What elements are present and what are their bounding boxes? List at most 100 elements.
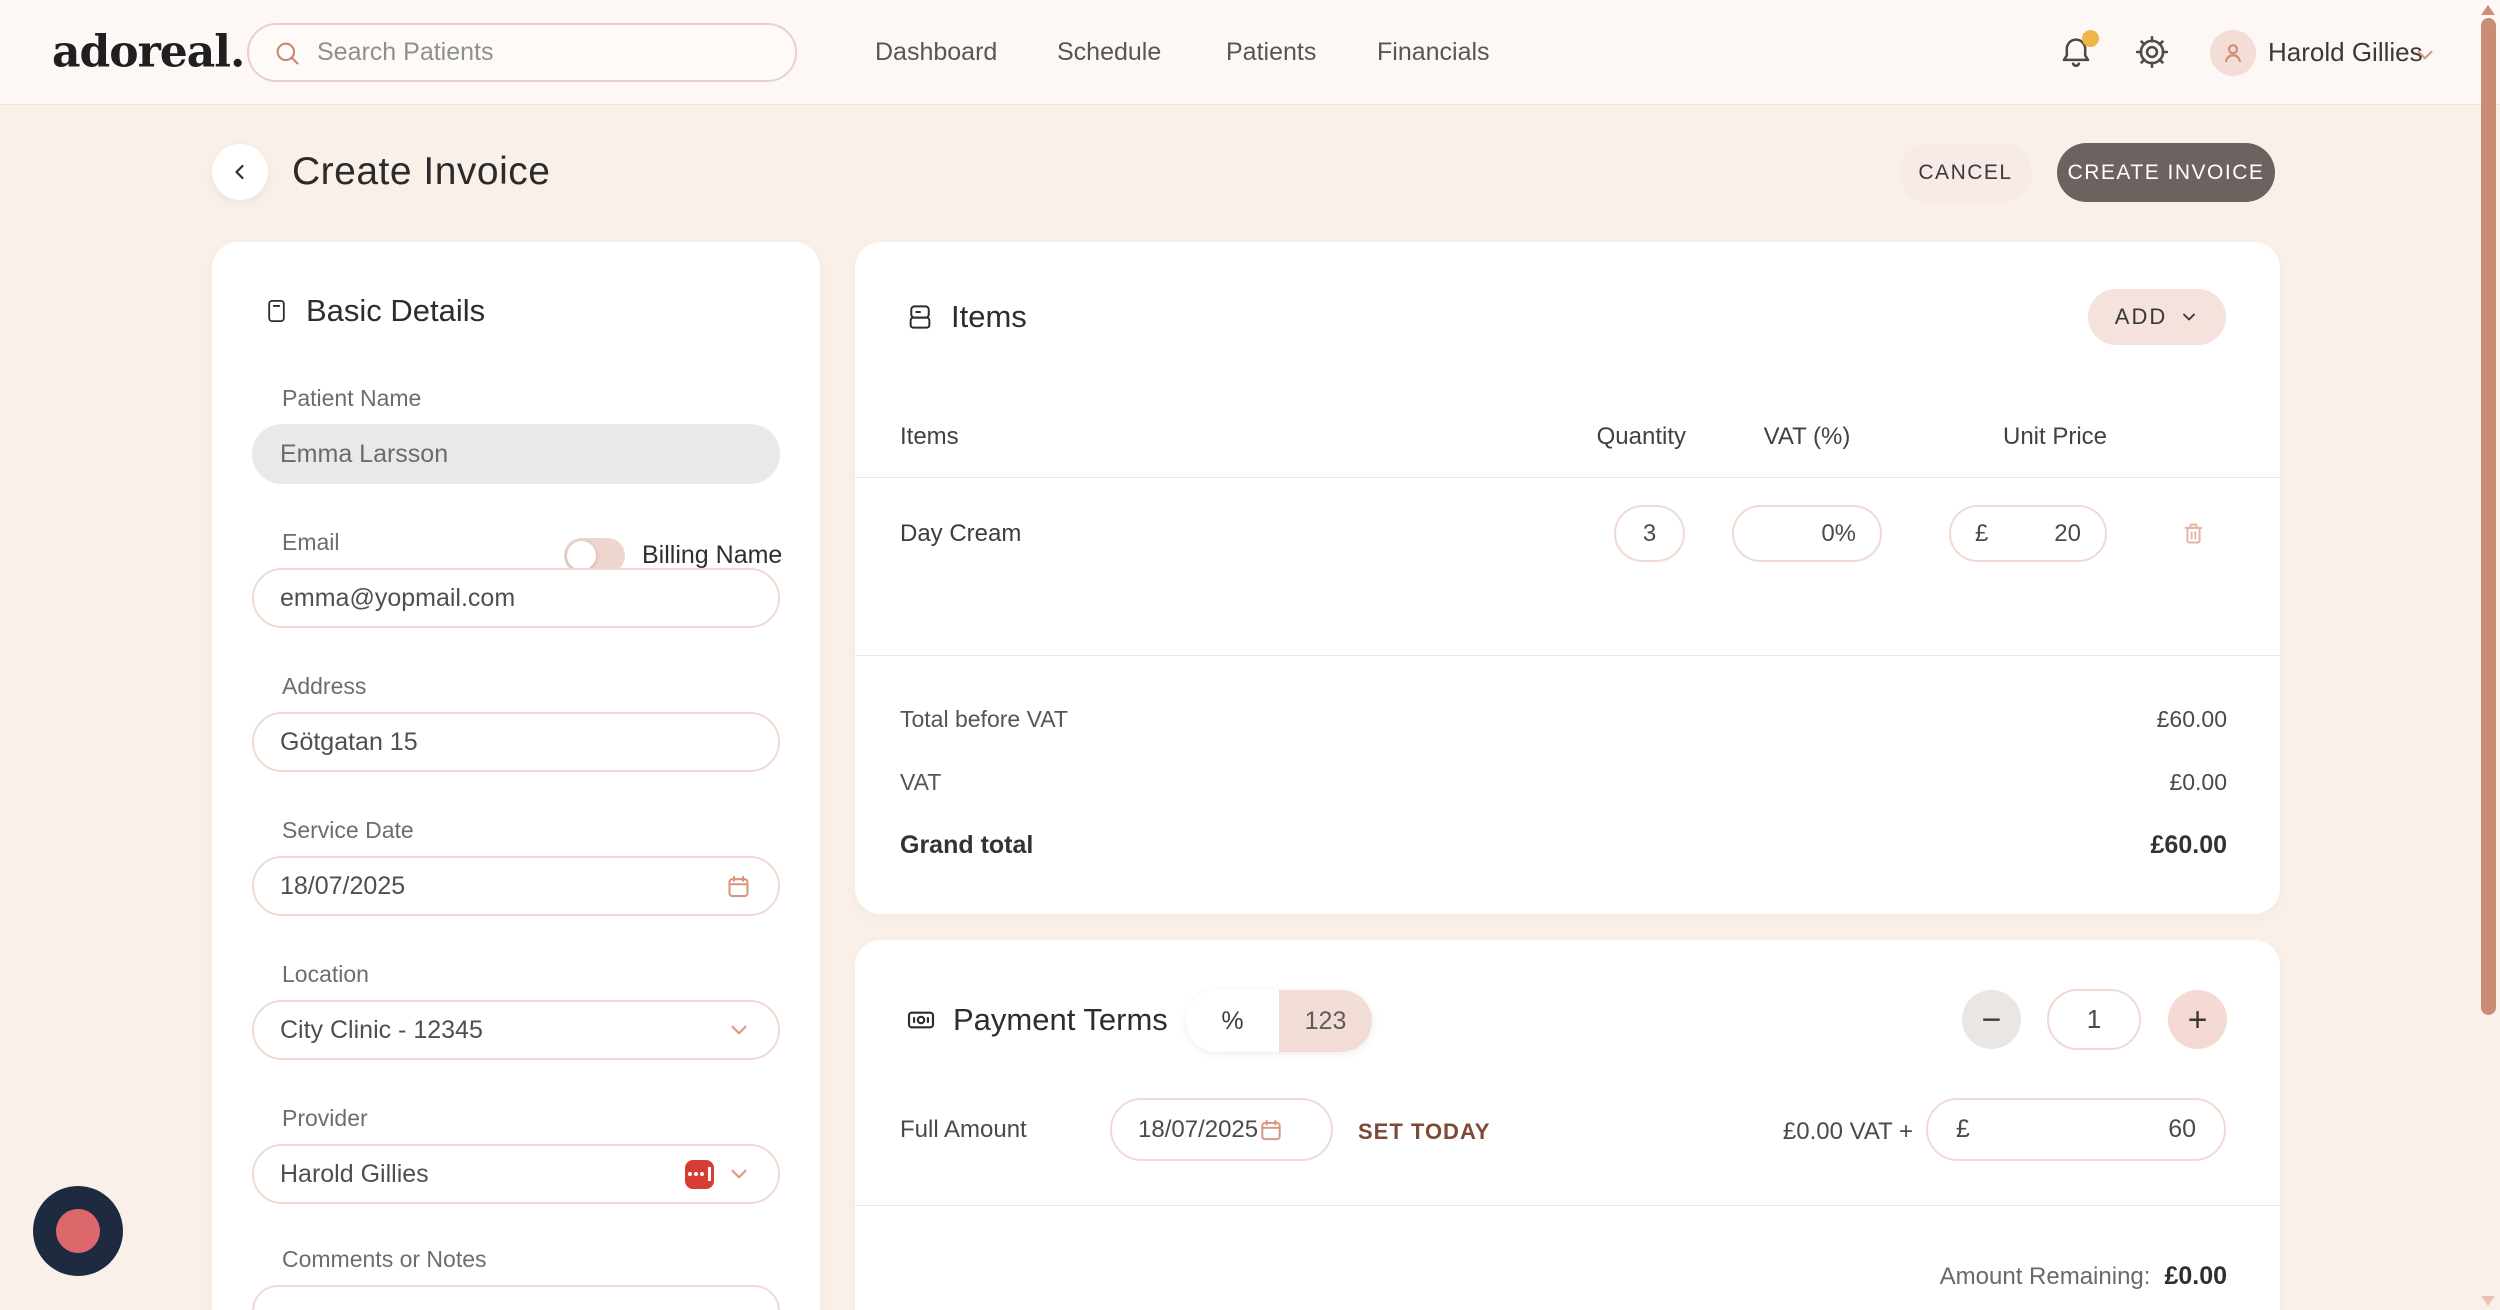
user-avatar[interactable]: [2210, 30, 2256, 76]
vat-input[interactable]: [1758, 519, 1856, 548]
payment-date-value: 18/07/2025: [1138, 1115, 1259, 1143]
service-date-input[interactable]: [280, 871, 725, 901]
create-invoice-button[interactable]: CREATE INVOICE: [2057, 143, 2275, 202]
vat-field[interactable]: [1732, 505, 1882, 562]
address-input[interactable]: [280, 727, 752, 757]
payment-mode-toggle[interactable]: % 123: [1186, 990, 1372, 1052]
search-icon: [273, 39, 301, 67]
set-today-link[interactable]: SET TODAY: [1358, 1119, 1490, 1145]
patient-search[interactable]: [247, 23, 797, 82]
payment-amount-field[interactable]: £: [1926, 1098, 2226, 1161]
service-date-label: Service Date: [282, 817, 414, 843]
service-date-field[interactable]: [252, 856, 780, 916]
billing-name-label: Billing Name: [642, 541, 783, 569]
page-title: Create Invoice: [292, 150, 551, 193]
chevron-left-icon: [228, 160, 252, 184]
installments-count-input[interactable]: [2047, 989, 2141, 1050]
calendar-icon[interactable]: [725, 873, 752, 900]
number-mode-option[interactable]: 123: [1279, 990, 1372, 1052]
address-label: Address: [282, 673, 367, 699]
nav-dashboard[interactable]: Dashboard: [875, 0, 997, 105]
col-vat: VAT (%): [1763, 423, 1851, 450]
chevron-down-icon: [726, 1161, 752, 1187]
email-field[interactable]: [252, 568, 780, 628]
payment-terms-title: Payment Terms: [953, 1002, 1168, 1037]
comments-textarea[interactable]: [252, 1285, 780, 1310]
banknote-icon: [905, 1004, 937, 1036]
amount-remaining: Amount Remaining: £0.00: [1940, 1262, 2227, 1291]
toggle-knob: [567, 541, 596, 570]
chat-launcher-button[interactable]: [33, 1186, 123, 1276]
unit-price-field[interactable]: £: [1949, 505, 2107, 562]
provider-value: Harold Gillies: [280, 1159, 429, 1188]
item-name: Day Cream: [900, 520, 1022, 547]
vat-note: £0.00 VAT +: [1782, 1118, 1913, 1145]
topbar: adoreal. Dashboard Schedule Patients Fin…: [0, 0, 2500, 105]
back-button[interactable]: [212, 144, 268, 200]
scrollbar-down-arrow[interactable]: [2481, 1296, 2495, 1306]
quantity-input[interactable]: [1616, 519, 1683, 548]
vat-total-value: £0.00: [2169, 769, 2227, 795]
full-amount-label: Full Amount: [900, 1116, 1027, 1143]
items-panel: Items ADD Items Quantity VAT (%) Unit Pr…: [855, 242, 2280, 914]
total-before-vat-label: Total before VAT: [900, 706, 1068, 732]
email-input[interactable]: [280, 583, 752, 613]
grand-total-label: Grand total: [900, 831, 1034, 859]
notification-badge: [2082, 30, 2099, 47]
add-item-button[interactable]: ADD: [2088, 289, 2226, 345]
payment-terms-panel: Payment Terms % 123 − + Full Amount 18/0…: [855, 940, 2280, 1310]
add-label: ADD: [2114, 304, 2168, 329]
app-logo: adoreal.: [52, 26, 245, 78]
payment-date-field[interactable]: 18/07/2025: [1110, 1098, 1333, 1161]
quantity-field[interactable]: [1614, 505, 1685, 562]
nav-patients[interactable]: Patients: [1226, 0, 1316, 105]
scrollbar-up-arrow[interactable]: [2481, 5, 2495, 15]
user-name[interactable]: Harold Gillies: [2268, 0, 2423, 105]
payment-amount-input[interactable]: [1969, 1115, 2196, 1144]
amount-remaining-value: £0.00: [2164, 1262, 2227, 1290]
items-title: Items: [951, 299, 1027, 334]
decrease-installments-button[interactable]: −: [1962, 990, 2021, 1049]
address-field[interactable]: [252, 712, 780, 772]
provider-select[interactable]: Harold Gillies: [252, 1144, 780, 1204]
basic-details-panel: Basic Details Billing Name Patient Name …: [212, 242, 820, 1310]
items-box-icon: [905, 302, 935, 332]
settings-gear-icon[interactable]: [2133, 33, 2171, 71]
chevron-down-icon: [2179, 307, 2199, 327]
patient-name-field: Emma Larsson: [252, 424, 780, 484]
patient-name-label: Patient Name: [282, 385, 422, 411]
search-input[interactable]: [317, 38, 771, 67]
provider-label: Provider: [282, 1105, 368, 1131]
patient-name-value: Emma Larsson: [280, 439, 449, 468]
nav-financials[interactable]: Financials: [1377, 0, 1490, 105]
col-unit-price: Unit Price: [2002, 423, 2108, 450]
total-before-vat-value: £60.00: [2156, 706, 2227, 732]
calendar-icon[interactable]: [1258, 1117, 1313, 1143]
cancel-button[interactable]: CANCEL: [1899, 143, 2032, 202]
chevron-down-icon: [726, 1017, 752, 1043]
notifications-bell-icon[interactable]: [2057, 30, 2099, 71]
currency-symbol: £: [1975, 519, 1989, 547]
location-select[interactable]: City Clinic - 12345: [252, 1000, 780, 1060]
document-icon: [263, 296, 290, 326]
percent-mode-option[interactable]: %: [1186, 990, 1279, 1052]
location-label: Location: [282, 961, 369, 987]
amount-remaining-label: Amount Remaining:: [1939, 1262, 2151, 1290]
basic-details-title: Basic Details: [306, 293, 486, 328]
password-manager-icon[interactable]: [685, 1159, 714, 1189]
scrollbar-thumb[interactable]: [2481, 18, 2496, 1015]
user-menu-chevron-down-icon[interactable]: [2412, 42, 2438, 68]
vat-total-label: VAT: [900, 769, 942, 795]
currency-symbol: £: [1956, 1115, 1970, 1143]
chat-launcher-dot: [56, 1209, 100, 1253]
col-quantity: Quantity: [1596, 423, 1686, 450]
location-value: City Clinic - 12345: [280, 1015, 483, 1044]
delete-item-trash-icon[interactable]: [2180, 520, 2207, 547]
email-label: Email: [282, 529, 340, 555]
col-items: Items: [900, 423, 959, 450]
nav-schedule[interactable]: Schedule: [1057, 0, 1161, 105]
increase-installments-button[interactable]: +: [2168, 990, 2227, 1049]
grand-total-value: £60.00: [2150, 831, 2227, 859]
unit-price-input[interactable]: [1988, 519, 2081, 548]
comments-label: Comments or Notes: [282, 1246, 487, 1272]
